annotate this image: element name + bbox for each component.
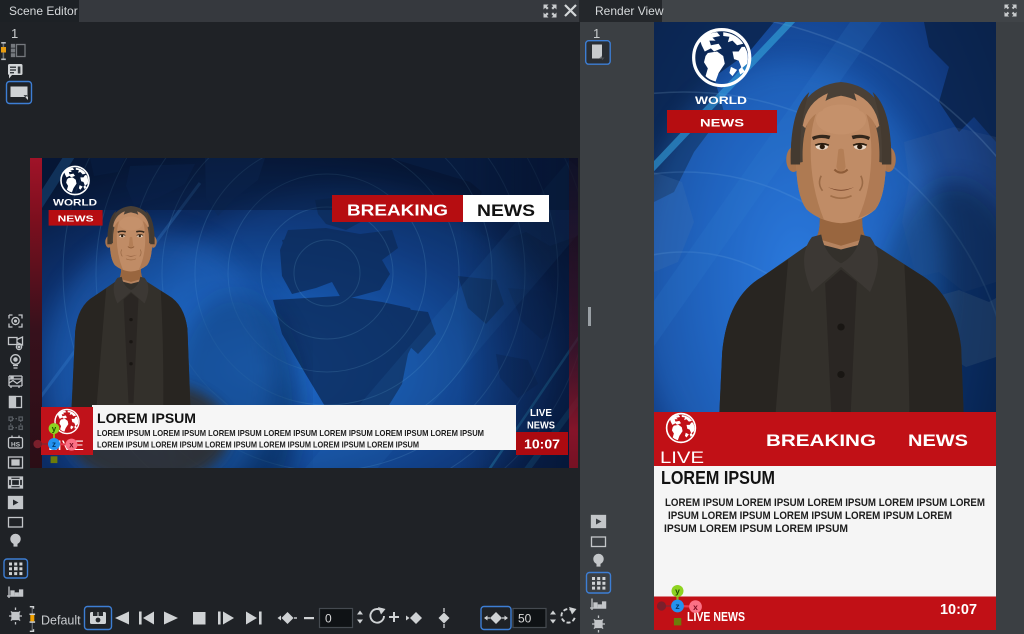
svg-text:NEWS: NEWS	[700, 118, 744, 130]
svg-text:10:07: 10:07	[940, 601, 977, 618]
svg-text:IPSUM LOREM IPSUM LOREM IP: IPSUM LOREM IPSUM LOREM IPSUM LOREM IPSU…	[668, 510, 952, 522]
svg-text:HS: HS	[11, 442, 21, 449]
svg-text:0: 0	[325, 612, 332, 626]
svg-text:LOREM IPSUM LOREM IPSUM LO: LOREM IPSUM LOREM IPSUM LOREM IPSUM LORE…	[665, 497, 985, 509]
svg-text:NEWS: NEWS	[908, 431, 968, 450]
svg-text:LOREM IPSUM: LOREM IPSUM	[661, 467, 775, 488]
svg-text:x: x	[693, 602, 698, 612]
svg-text:Default: Default	[41, 614, 81, 628]
svg-text:z: z	[675, 601, 679, 611]
svg-text:y: y	[675, 586, 680, 596]
svg-text:BREAKING: BREAKING	[766, 431, 876, 450]
svg-text:WORLD: WORLD	[695, 95, 747, 107]
svg-text:50: 50	[518, 612, 532, 626]
svg-text:IPSUM LOREM IPSUM LOREM IP: IPSUM LOREM IPSUM LOREM IPSUM	[664, 523, 848, 535]
svg-text:LIVE: LIVE	[660, 448, 704, 467]
